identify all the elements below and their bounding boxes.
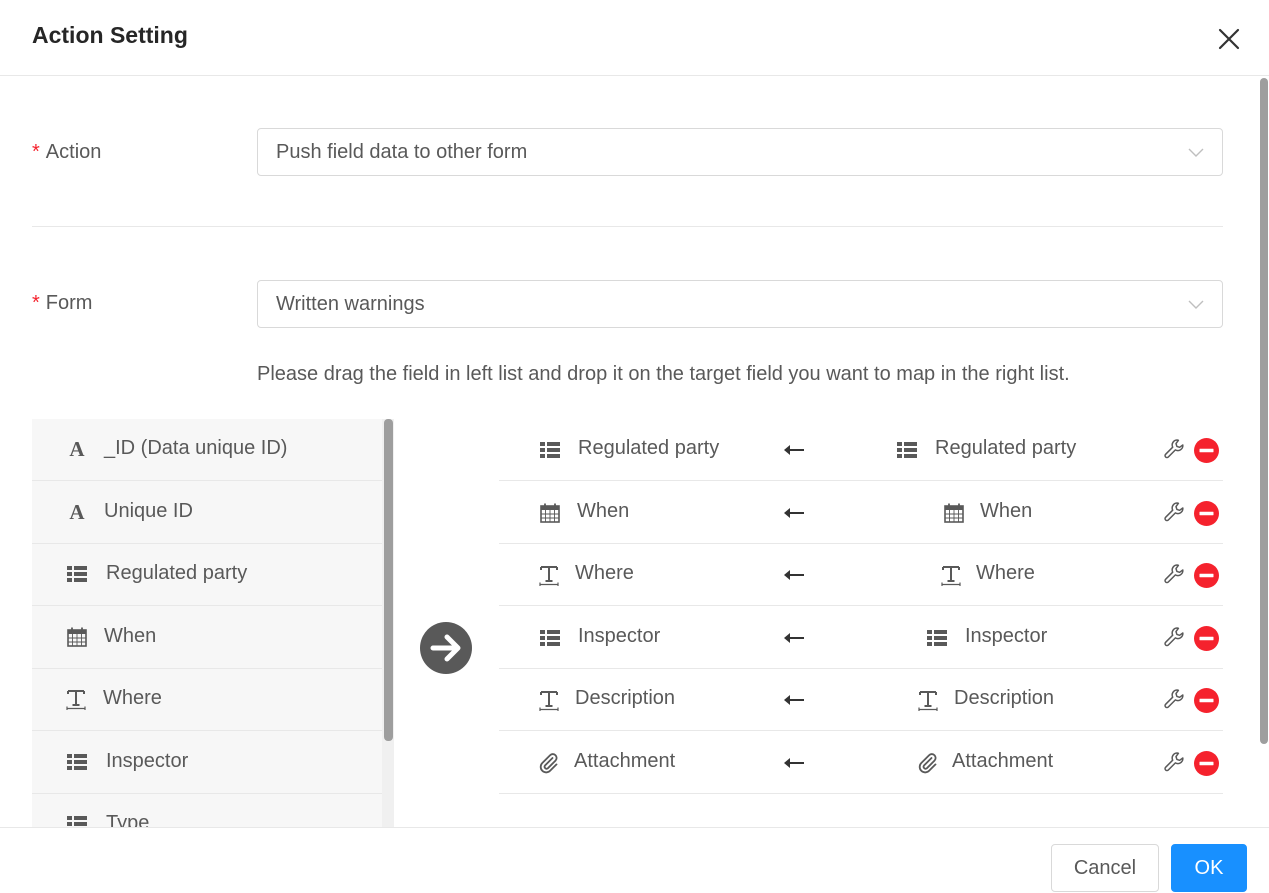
arrow-left-icon [783,756,805,770]
wrench-icon[interactable] [1163,563,1185,585]
list-icon [896,439,918,461]
mapping-row: Regulated party Regulated party [499,419,1223,481]
text-a-icon: A [66,500,88,524]
source-field-item[interactable]: When [32,607,382,669]
arrow-left-icon [783,631,805,645]
source-field-label: Inspector [106,749,189,772]
svg-text:A: A [69,501,85,523]
arrow-left-icon [783,693,805,707]
ok-button[interactable]: OK [1171,844,1247,892]
action-label: * Action [32,141,101,164]
text-t-icon [940,564,962,586]
form-select-value: Written warnings [276,293,425,315]
required-mark: * [32,292,40,314]
dialog-footer: Cancel OK [0,827,1269,893]
paperclip-icon [538,752,560,774]
source-field-item[interactable]: A _ID (Data unique ID) [32,419,382,481]
list-scrollbar[interactable] [384,419,393,741]
remove-icon[interactable] [1194,500,1219,526]
form-select[interactable]: Written warnings [257,280,1223,328]
wrench-icon[interactable] [1163,751,1185,773]
source-field-label: _ID (Data unique ID) [104,437,288,459]
form-label: * Form [32,292,92,315]
target-field-label: Regulated party [578,437,720,459]
action-setting-dialog: Action Setting * Action Push field data t… [0,0,1269,893]
svg-text:A: A [69,438,85,460]
source-field-label: Type [106,812,150,827]
source-field-item[interactable]: A Unique ID [32,482,382,544]
text-t-icon [538,564,560,586]
page-scrollbar[interactable] [1260,78,1268,744]
source-field-label: Where [103,687,162,709]
mapping-row: Inspector Inspector [499,607,1223,669]
wrench-icon[interactable] [1163,438,1185,460]
remove-icon[interactable] [1194,688,1219,713]
source-field-label: Inspector [965,624,1048,647]
arrow-left-icon [783,506,805,520]
arrow-left-icon [783,443,805,457]
target-field-label: Description [575,687,676,709]
target-field-label: Inspector [578,624,661,647]
remove-icon[interactable] [1194,438,1219,463]
source-field-list: Type Inspector Where When Regulated party A Un… [32,419,394,827]
wrench-icon[interactable] [1163,688,1185,710]
source-field-label: When [104,624,157,647]
source-field-item[interactable]: Where [32,669,382,731]
text-a-icon: A [66,437,88,461]
source-field-item[interactable]: Inspector [32,732,382,794]
mapping-hint: Please drag the field in left list and d… [257,363,1070,385]
source-field-label: Regulated party [106,562,248,584]
required-mark: * [32,141,40,163]
mapping-row: Description Description [499,669,1223,731]
target-field-label: When [577,499,630,522]
action-label-text: Action [45,141,102,163]
calendar-icon [943,502,965,524]
cancel-button[interactable]: Cancel [1051,844,1159,892]
remove-icon[interactable] [1194,625,1219,651]
source-field-label: Attachment [952,749,1054,772]
source-field-label: Where [976,562,1035,584]
source-field-item[interactable]: Type [32,794,382,827]
form-label-text: Form [45,292,93,314]
chevron-down-icon [1188,148,1204,157]
text-t-icon [917,689,939,711]
dialog-header: Action Setting [0,0,1269,76]
remove-icon[interactable] [1194,750,1219,776]
list-icon [66,813,88,827]
text-t-icon [538,689,560,711]
list-icon [66,751,88,773]
mapping-row: Where Where [499,544,1223,606]
target-field-label: Attachment [574,749,676,772]
action-select[interactable]: Push field data to other form [257,128,1223,176]
calendar-icon [539,502,561,524]
source-field-label: Unique ID [104,499,193,522]
list-icon [539,627,561,649]
action-select-value: Push field data to other form [276,141,528,163]
target-field-label: Where [575,562,634,584]
source-field-label: Regulated party [935,437,1077,459]
list-icon [539,439,561,461]
list-icon [66,563,88,585]
calendar-icon [66,626,88,648]
paperclip-icon [917,752,939,774]
chevron-down-icon [1188,300,1204,309]
mapping-row: When When [499,482,1223,544]
source-field-label: Description [954,687,1055,709]
list-icon [926,627,948,649]
source-field-item[interactable]: Regulated party [32,544,382,606]
section-divider [32,226,1223,227]
text-t-icon [65,688,87,710]
mapping-row: Attachment Attachment [499,732,1223,794]
dialog-body: * Action Push field data to other form * F… [0,77,1269,827]
arrow-right-circle-icon [420,622,472,674]
wrench-icon[interactable] [1163,501,1185,523]
close-icon[interactable] [1216,26,1242,52]
wrench-icon[interactable] [1163,626,1185,648]
dialog-title: Action Setting [32,22,188,48]
source-field-label: When [980,499,1033,522]
remove-icon[interactable] [1194,563,1219,588]
arrow-left-icon [783,568,805,582]
